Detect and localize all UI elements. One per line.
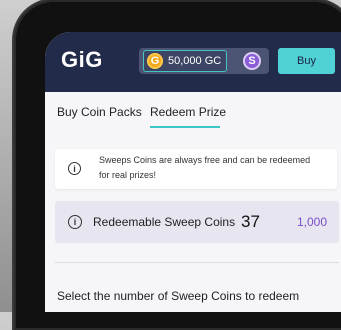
page-number: 37 bbox=[241, 212, 260, 231]
divider bbox=[55, 262, 339, 263]
app-header: GiG G 50,000 GC S Buy bbox=[45, 32, 341, 92]
active-tab-indicator bbox=[150, 126, 220, 128]
phone-frame: GiG G 50,000 GC S Buy Buy Coin Packs Red… bbox=[14, 0, 341, 330]
select-amount-heading: Select the number of Sweep Coins to rede… bbox=[57, 289, 300, 303]
sweeps-info-notice: i Sweeps Coins are always free and can b… bbox=[55, 149, 337, 189]
sweep-coin-icon[interactable]: S bbox=[243, 52, 261, 70]
redeemable-sweep-coins-row: i Redeemable Sweep Coins 1,000 bbox=[55, 201, 339, 243]
gold-coin-balance[interactable]: G 50,000 GC bbox=[143, 50, 227, 72]
app-screen: GiG G 50,000 GC S Buy Buy Coin Packs Red… bbox=[45, 32, 341, 312]
info-icon: i bbox=[68, 162, 81, 175]
tab-redeem-prize[interactable]: Redeem Prize bbox=[150, 105, 226, 119]
redeemable-value: 1,000 bbox=[296, 215, 327, 229]
gig-logo[interactable]: GiG bbox=[61, 47, 103, 73]
gold-coin-icon: G bbox=[147, 53, 163, 69]
notice-text: Sweeps Coins are always free and can be … bbox=[99, 155, 311, 180]
buy-button[interactable]: Buy bbox=[278, 48, 335, 74]
gold-coin-amount: 50,000 GC bbox=[168, 55, 222, 67]
balance-widget[interactable]: G 50,000 GC S bbox=[139, 48, 269, 74]
redeemable-label: Redeemable Sweep Coins bbox=[93, 215, 236, 229]
store-tabs: Buy Coin Packs Redeem Prize bbox=[45, 92, 341, 136]
tab-buy-coin-packs[interactable]: Buy Coin Packs bbox=[57, 105, 142, 119]
info-icon[interactable]: i bbox=[68, 215, 82, 229]
